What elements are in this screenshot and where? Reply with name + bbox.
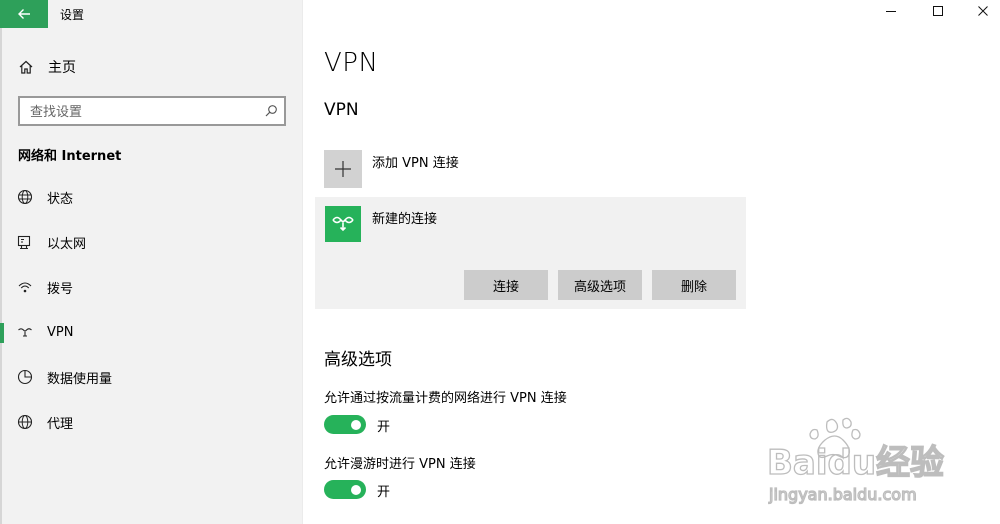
sidebar-item-status[interactable]: 状态 xyxy=(0,179,300,215)
toggle-state-label: 开 xyxy=(377,420,391,435)
sidebar-item-dialup[interactable]: 拨号 xyxy=(0,269,300,305)
sidebar-item-label: 拨号 xyxy=(47,281,74,297)
advanced-options-heading: 高级选项 xyxy=(324,350,392,370)
globe-proxy-icon xyxy=(17,414,33,430)
section-title: VPN xyxy=(324,100,359,120)
arrow-left-icon xyxy=(18,9,30,19)
minimize-icon[interactable] xyxy=(884,4,898,18)
search-icon[interactable] xyxy=(264,104,278,118)
add-vpn-connection-button[interactable]: 添加 VPN 连接 xyxy=(324,150,459,188)
vpn-icon xyxy=(18,328,32,337)
vpn-connection-icon xyxy=(325,206,361,242)
search-input[interactable] xyxy=(28,102,262,122)
app-title: 设置 xyxy=(60,8,85,22)
sidebar-item-label: 状态 xyxy=(47,191,74,207)
vpn-connection-name: 新建的连接 xyxy=(372,212,438,227)
baidu-watermark-url: jingyan.baidu.com xyxy=(768,485,917,504)
metered-network-option-label: 允许通过按流量计费的网络进行 VPN 连接 xyxy=(324,391,567,406)
sidebar: 设置 主页 网络和 Internet 状态 以太网 xyxy=(0,0,303,524)
add-vpn-label: 添加 VPN 连接 xyxy=(372,156,459,171)
roaming-toggle[interactable] xyxy=(324,480,366,499)
vpn-icon xyxy=(332,216,354,232)
sidebar-item-label: VPN xyxy=(47,324,74,340)
sidebar-item-ethernet[interactable]: 以太网 xyxy=(0,224,300,260)
sidebar-item-label: 代理 xyxy=(47,416,74,432)
sidebar-item-label: 以太网 xyxy=(47,236,87,252)
dialup-icon xyxy=(18,282,32,293)
back-button[interactable] xyxy=(0,0,48,28)
baidu-watermark-brand: Baidu经验 xyxy=(767,443,944,483)
sidebar-item-label: 主页 xyxy=(48,60,76,76)
sidebar-item-vpn[interactable]: VPN xyxy=(0,314,300,350)
close-icon[interactable] xyxy=(976,4,990,18)
maximize-icon[interactable] xyxy=(931,4,945,18)
sidebar-item-proxy[interactable]: 代理 xyxy=(0,404,300,440)
baidu-watermark: Baidu经验 jingyan.baidu.com xyxy=(766,417,945,505)
add-box[interactable] xyxy=(324,150,362,188)
sidebar-item-home[interactable]: 主页 xyxy=(18,56,76,78)
home-icon xyxy=(19,60,33,74)
vpn-connection-card[interactable]: 新建的连接 连接 高级选项 删除 xyxy=(315,197,746,309)
sidebar-item-data-usage[interactable]: 数据使用量 xyxy=(0,359,300,395)
metered-network-toggle[interactable] xyxy=(324,415,366,434)
search-field[interactable] xyxy=(18,96,286,126)
delete-button[interactable]: 删除 xyxy=(652,270,736,300)
toggle-state-label: 开 xyxy=(377,485,391,500)
ethernet-icon xyxy=(17,235,31,250)
sidebar-item-label: 数据使用量 xyxy=(47,371,113,387)
connect-button[interactable]: 连接 xyxy=(464,270,548,300)
data-usage-icon xyxy=(17,369,33,385)
globe-status-icon xyxy=(17,189,33,205)
page-title: VPN xyxy=(324,48,379,78)
advanced-options-button[interactable]: 高级选项 xyxy=(558,270,642,300)
section-heading: 网络和 Internet xyxy=(18,149,122,164)
roaming-option-label: 允许漫游时进行 VPN 连接 xyxy=(324,457,476,472)
plus-icon xyxy=(335,161,351,177)
